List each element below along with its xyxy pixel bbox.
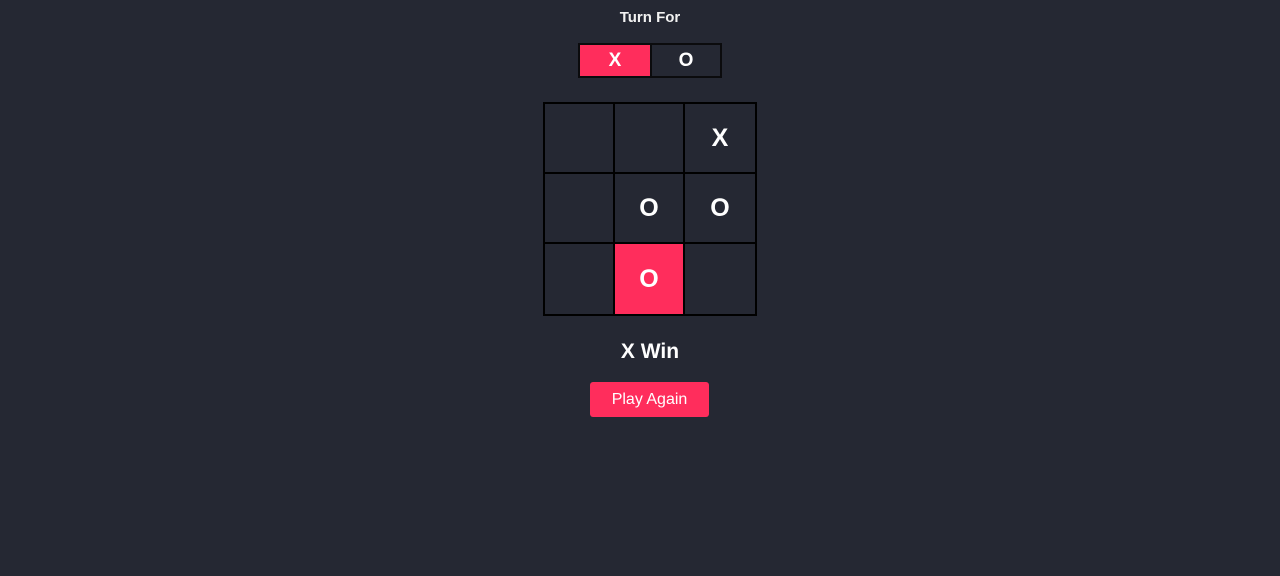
turn-switch: X O	[578, 43, 722, 78]
board-cell-3[interactable]	[545, 174, 615, 244]
turn-option-o[interactable]: O	[650, 45, 720, 76]
game-result: X Win	[620, 340, 680, 363]
game-board: X O O O	[543, 102, 757, 316]
play-again-button[interactable]: Play Again	[590, 382, 709, 417]
turn-title: Turn For	[619, 9, 681, 26]
board-cell-2[interactable]: X	[685, 104, 755, 174]
board-cell-7[interactable]: O	[615, 244, 685, 314]
board-cell-1[interactable]	[615, 104, 685, 174]
turn-option-x[interactable]: X	[580, 45, 650, 76]
board-cell-6[interactable]	[545, 244, 615, 314]
tic-tac-toe-app: Turn For X O X O O O X Win Play Again	[0, 0, 1280, 576]
board-cell-8[interactable]	[685, 244, 755, 314]
board-cell-0[interactable]	[545, 104, 615, 174]
board-cell-5[interactable]: O	[685, 174, 755, 244]
board-cell-4[interactable]: O	[615, 174, 685, 244]
